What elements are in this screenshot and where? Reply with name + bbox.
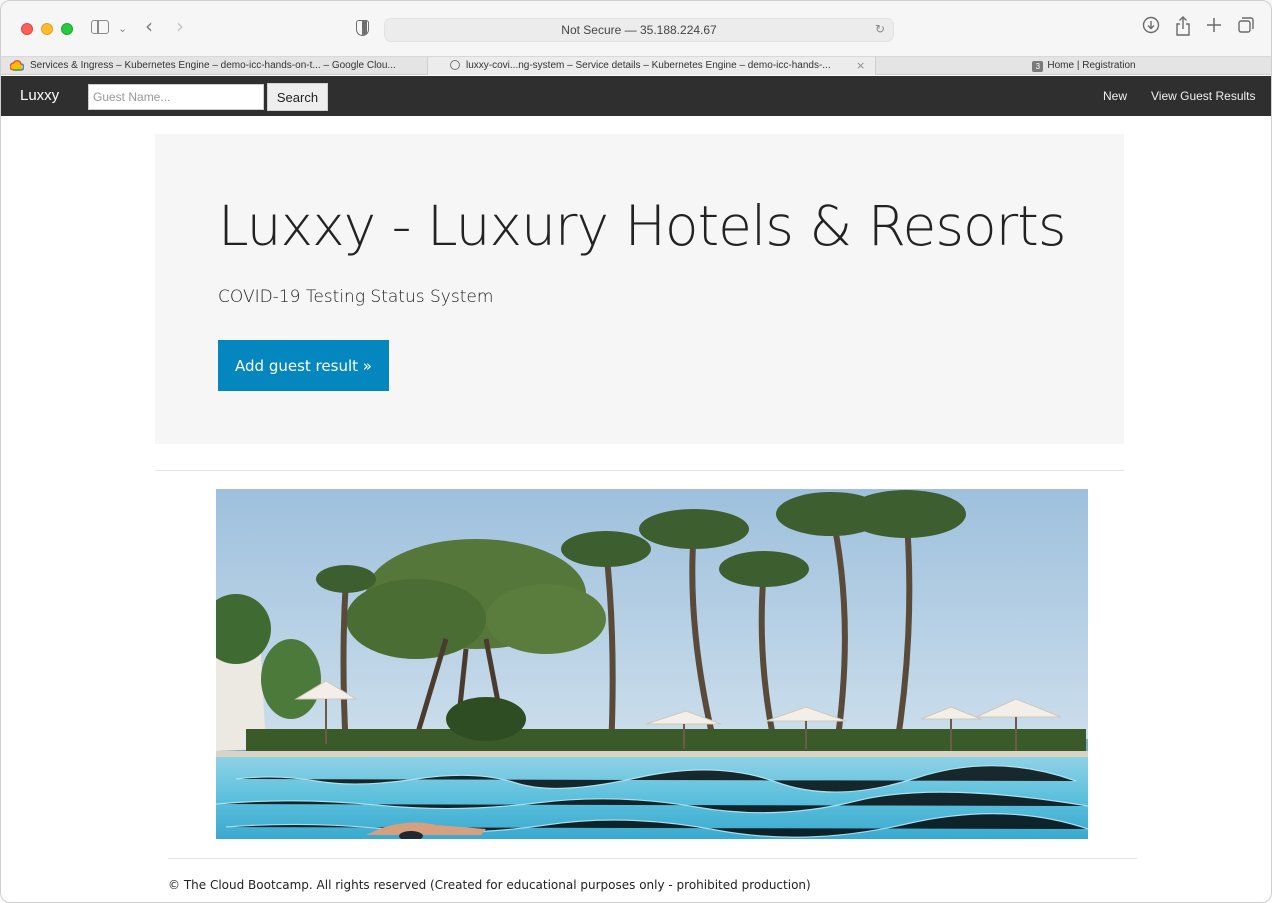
resort-pool-image [216,489,1088,839]
add-guest-result-button[interactable]: Add guest result » [218,340,389,391]
browser-toolbar: ⌄ ‹ › Not Secure — 35.188.224.67 ↻ [0,0,1272,56]
nav-link-view-guest-results[interactable]: View Guest Results [1151,89,1256,103]
share-icon[interactable] [1175,16,1191,41]
nav-link-new[interactable]: New [1103,89,1127,103]
new-tab-icon[interactable] [1206,16,1222,39]
forward-icon[interactable]: › [176,16,184,36]
tab-label: Services & Ingress – Kubernetes Engine –… [30,60,396,71]
close-tab-icon[interactable]: × [856,57,865,75]
jumbotron: Luxxy - Luxury Hotels & Resorts COVID-19… [155,134,1124,444]
divider [168,858,1137,859]
brand-link[interactable]: Luxxy [20,87,59,104]
address-text: Not Secure — 35.188.224.67 [561,23,717,37]
tab-service-details[interactable]: luxxy-covi...ng-system – Service details… [428,57,876,75]
chevron-down-icon[interactable]: ⌄ [118,19,127,39]
download-icon[interactable] [1142,16,1160,39]
zoom-window-button[interactable] [61,23,73,35]
tab-label: luxxy-covi...ng-system – Service details… [466,60,831,71]
reload-icon[interactable]: ↻ [875,22,885,36]
globe-icon [450,60,460,70]
minimize-window-button[interactable] [41,23,53,35]
guest-name-search-input[interactable] [88,84,264,110]
page-subtitle: COVID-19 Testing Status System [218,287,494,307]
divider [155,470,1124,471]
shield-icon[interactable] [356,20,369,36]
tab-home-registration[interactable]: 3 Home | Registration [876,57,1272,75]
search-button[interactable]: Search [267,83,328,111]
footer-copyright: © The Cloud Bootcamp. All rights reserve… [168,878,811,892]
close-window-button[interactable] [21,23,33,35]
address-bar[interactable]: Not Secure — 35.188.224.67 ↻ [384,18,894,42]
tab-services-ingress[interactable]: Services & Ingress – Kubernetes Engine –… [0,57,428,75]
tab-bar: Services & Ingress – Kubernetes Engine –… [0,56,1272,75]
site-navbar: Luxxy Search New View Guest Results [0,76,1272,116]
tab-overview-icon[interactable] [1238,16,1254,39]
tab-favicon-badge: 3 [1032,61,1044,72]
sidebar-icon[interactable] [91,20,109,34]
tab-label: Home | Registration [1047,60,1136,71]
back-icon[interactable]: ‹ [145,16,153,36]
page-title: Luxxy - Luxury Hotels & Resorts [218,194,1066,258]
google-cloud-icon [10,60,24,71]
